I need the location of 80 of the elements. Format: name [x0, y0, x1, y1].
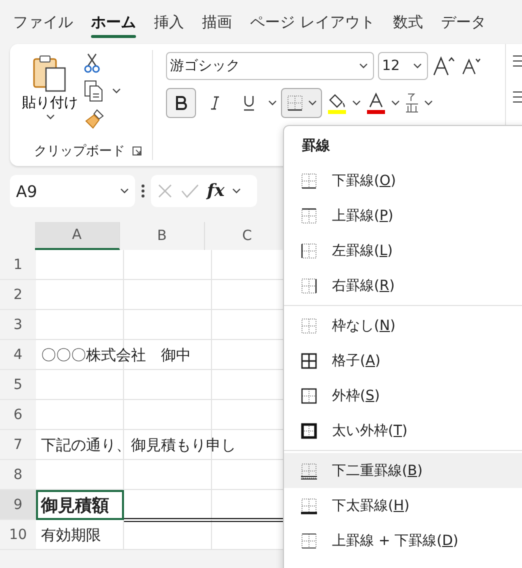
ribbon-tab[interactable]: ファイル	[4, 0, 82, 44]
menu-title: 罫線	[301, 137, 331, 156]
column-header[interactable]: B	[120, 222, 205, 250]
font-color-icon[interactable]	[365, 92, 387, 114]
caret-icon	[120, 188, 129, 194]
cell-text: 〇〇〇株式会社 御中	[41, 344, 191, 366]
phonetic-icon[interactable]	[404, 92, 420, 114]
cell-text: 御見積額	[41, 494, 109, 518]
border-icon	[286, 94, 304, 112]
copy-icon[interactable]	[84, 80, 104, 102]
border-icon	[300, 422, 318, 440]
caret-icon	[268, 100, 277, 106]
caret-icon	[391, 100, 400, 106]
scissors-icon[interactable]	[84, 52, 100, 74]
more-icon[interactable]	[141, 183, 145, 199]
grow-font-icon[interactable]	[432, 55, 456, 77]
menu-item[interactable]: 右罫線(R)	[284, 268, 522, 303]
row-header[interactable]: 7	[0, 430, 36, 460]
border-icon	[300, 532, 318, 550]
row-header[interactable]: 6	[0, 400, 36, 430]
menu-item[interactable]: 下太罫線(H)	[284, 488, 522, 523]
ribbon-tab[interactable]: データ	[432, 0, 495, 44]
border-icon	[300, 242, 318, 260]
paste-button[interactable]: 貼り付け	[20, 50, 80, 142]
caret-icon	[359, 63, 368, 69]
name-box[interactable]: A9	[10, 175, 135, 207]
caret-icon	[46, 114, 54, 120]
ribbon-tab[interactable]: 挿入	[145, 0, 193, 44]
menu-item[interactable]: 枠なし(N)	[284, 308, 522, 343]
insert-function-button[interactable]: fx	[207, 181, 224, 201]
font-name-dropdown[interactable]: 游ゴシック	[166, 52, 374, 80]
border-icon	[300, 496, 318, 514]
menu-item[interactable]: 下二重罫線(B)	[284, 453, 522, 488]
menu-item[interactable]: 外枠(S)	[284, 378, 522, 413]
align-icon[interactable]	[512, 90, 522, 104]
border-icon	[300, 386, 318, 404]
ribbon-tab[interactable]: ホーム	[82, 0, 145, 44]
row-header[interactable]: 8	[0, 460, 36, 490]
cell-text: 下記の通り、御見積もり申し	[41, 434, 236, 456]
caret-icon	[232, 188, 242, 194]
ribbon-tab[interactable]: 数式	[384, 0, 432, 44]
border-icon	[300, 172, 318, 190]
clipboard-icon	[32, 54, 68, 92]
ribbon-tab[interactable]: 描画	[193, 0, 241, 44]
bold-button[interactable]	[166, 88, 196, 118]
align-icon[interactable]	[512, 54, 522, 68]
cell-text: 有効期限	[41, 524, 101, 546]
menu-item[interactable]: 上罫線 + 下罫線(D)	[284, 523, 522, 558]
column-header[interactable]: A	[34, 222, 120, 250]
fill-color-icon[interactable]	[326, 92, 348, 114]
row-header[interactable]: 3	[0, 310, 36, 340]
caret-icon	[413, 63, 422, 69]
shrink-font-icon[interactable]	[460, 56, 482, 76]
row-header[interactable]: 4	[0, 340, 36, 370]
font-size-dropdown[interactable]: 12	[378, 52, 428, 80]
border-icon	[300, 206, 318, 224]
caret-icon	[308, 100, 317, 106]
row-header[interactable]: 5	[0, 370, 36, 400]
menu-item[interactable]: 下罫線(O)	[284, 163, 522, 198]
italic-icon	[210, 96, 220, 110]
row-header[interactable]: 1	[0, 250, 36, 280]
menu-item[interactable]: 太い外枠(T)	[284, 413, 522, 448]
dialog-launcher-icon[interactable]	[132, 146, 142, 156]
border-icon	[300, 316, 318, 334]
border-icon	[300, 352, 318, 370]
caret-icon	[112, 88, 121, 94]
caret-icon	[424, 100, 433, 106]
group-label: クリップボード	[34, 143, 125, 160]
border-icon	[300, 276, 318, 294]
caret-icon	[352, 100, 361, 106]
selected-cell[interactable]: 御見積額	[36, 490, 124, 520]
row-header[interactable]: 2	[0, 280, 36, 310]
bold-icon	[175, 96, 187, 110]
underline-icon	[243, 95, 255, 111]
row-header[interactable]: 10	[0, 520, 36, 550]
format-painter-icon[interactable]	[84, 108, 106, 130]
menu-item[interactable]: 格子(A)	[284, 343, 522, 378]
ribbon-tab[interactable]: ページ レイアウト	[241, 0, 384, 44]
border-icon	[300, 462, 318, 480]
row-header[interactable]: 9	[0, 490, 36, 520]
